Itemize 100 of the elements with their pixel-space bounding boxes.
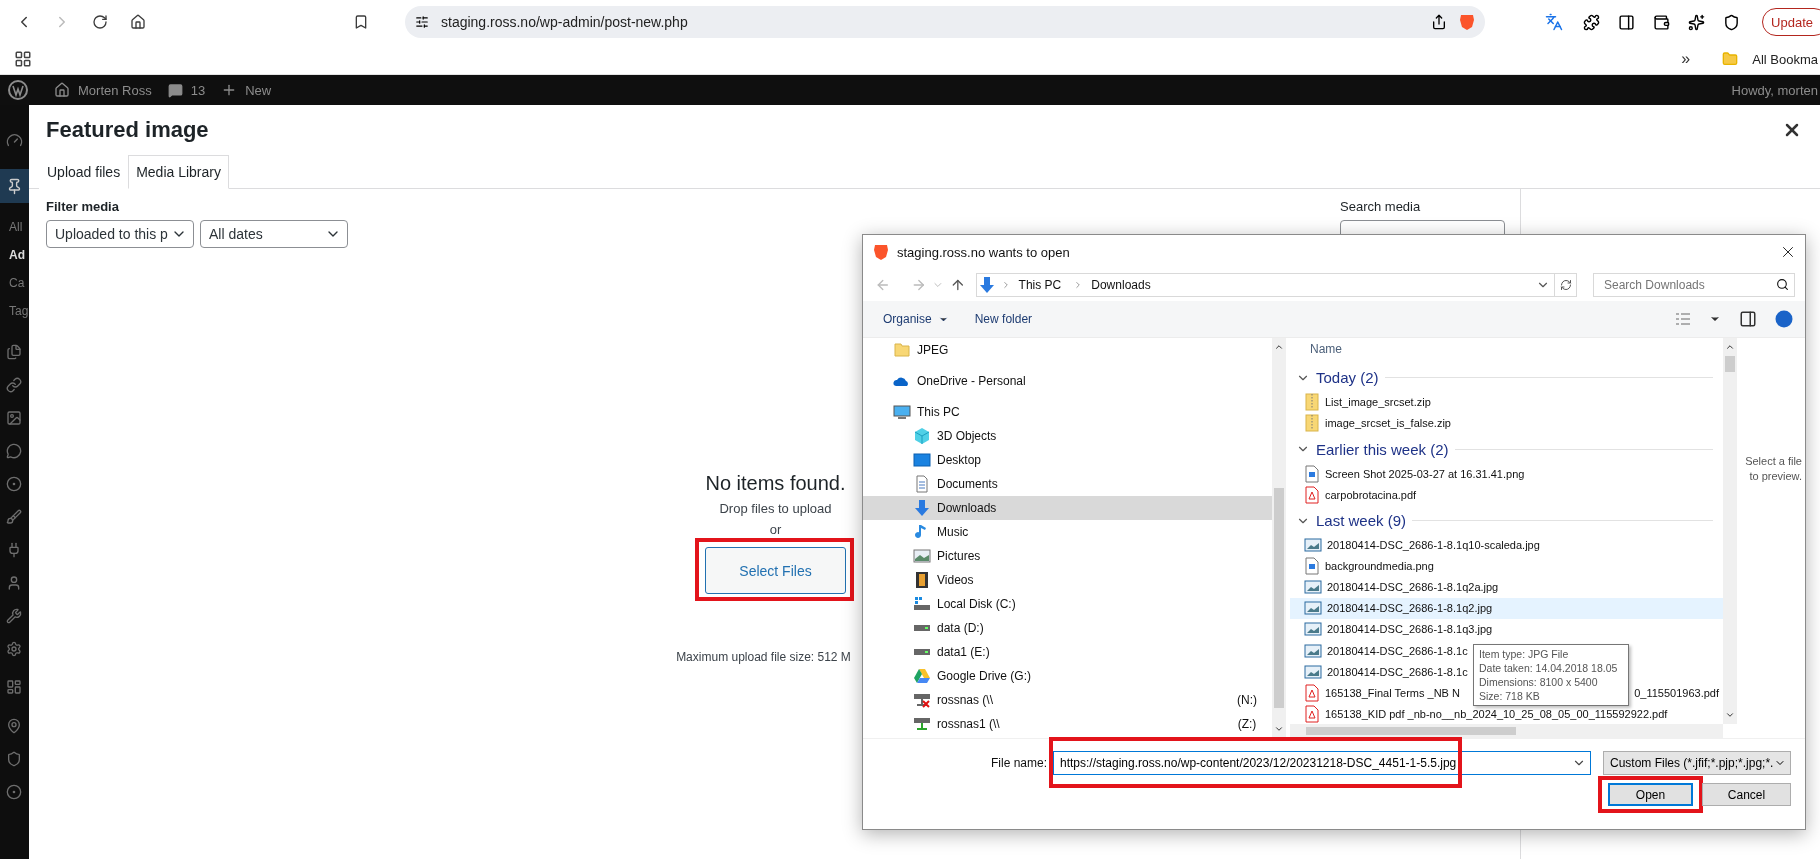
tooltip-line: Item type: JPG File xyxy=(1479,647,1570,661)
scroll-up-icon[interactable] xyxy=(1274,342,1284,352)
file-name[interactable]: image_srcset_is_false.zip xyxy=(1325,417,1451,430)
lion-shield-icon[interactable] xyxy=(1459,13,1475,31)
file-name[interactable]: carpobrotacina.pdf xyxy=(1325,488,1417,501)
comment-count[interactable]: 13 xyxy=(190,82,206,98)
nav-item[interactable]: Pictures xyxy=(863,544,1272,568)
path-bar[interactable]: This PC Downloads xyxy=(975,273,1577,297)
date-filter-select[interactable]: All dates xyxy=(200,220,348,248)
nav-item[interactable]: rossnas1 (\\ (Z:) xyxy=(863,712,1272,736)
nav-item[interactable]: This PC xyxy=(863,400,1272,424)
scroll-down-icon[interactable] xyxy=(1725,710,1735,720)
wordpress-logo-icon[interactable] xyxy=(8,80,28,100)
translate-icon[interactable] xyxy=(1545,13,1564,31)
dashboard-icon[interactable] xyxy=(6,131,23,149)
nav-item[interactable]: Music xyxy=(863,520,1272,544)
comment-icon[interactable] xyxy=(167,82,183,98)
file-name[interactable]: backgroundmedia.png xyxy=(1325,560,1434,573)
nav-item[interactable]: Google Drive (G:) xyxy=(863,664,1272,688)
group-header[interactable]: Today (2) xyxy=(1290,364,1723,392)
greeting[interactable]: Howdy, morten xyxy=(1731,82,1818,98)
scrollbar-thumb[interactable] xyxy=(1725,356,1735,372)
nav-label: data (D:) xyxy=(937,621,984,635)
file-name[interactable]: 20180414-DSC_2686-1-8.1c xyxy=(1327,644,1468,657)
menu-icon[interactable] xyxy=(6,343,22,360)
nav-item[interactable]: Local Disk (C:) xyxy=(863,592,1272,616)
home-icon[interactable] xyxy=(54,82,70,98)
menu-icon[interactable] xyxy=(6,640,22,657)
file-name[interactable]: 20180414-DSC_2686-1-8.1q2a.jpg xyxy=(1327,581,1499,594)
file-name[interactable]: 165138_Final Terms _NB N xyxy=(1325,686,1460,699)
nav-item[interactable]: Documents xyxy=(863,472,1272,496)
menu-icon[interactable] xyxy=(6,409,22,426)
menu-icon[interactable] xyxy=(6,679,22,695)
nav-item[interactable]: data (D:) xyxy=(863,616,1272,640)
bookmarks-overflow[interactable]: » xyxy=(1681,50,1691,68)
sparkles-icon[interactable] xyxy=(1688,13,1706,31)
share-icon[interactable] xyxy=(1431,14,1447,30)
file-name[interactable]: 20180414-DSC_2686-1-8.1q10-scaleda.jpg xyxy=(1327,539,1540,552)
apps-icon[interactable] xyxy=(14,50,32,68)
address-bar[interactable]: staging.ross.no/wp-admin/post-new.php xyxy=(405,6,1485,38)
menu-icon[interactable] xyxy=(6,783,22,800)
tooltip-line: Dimensions: 8100 x 5400 xyxy=(1479,675,1599,689)
file-name[interactable]: Screen Shot 2025-03-27 at 16.31.41.png xyxy=(1325,467,1525,480)
type-filter-select[interactable]: Uploaded to this p xyxy=(46,220,194,248)
sidebar-item[interactable]: Tag xyxy=(0,297,29,325)
sidebar-item[interactable]: Ca xyxy=(0,269,25,297)
menu-icon[interactable] xyxy=(6,442,22,459)
pin-icon[interactable] xyxy=(6,177,23,195)
path-segment[interactable]: This PC xyxy=(1014,278,1070,292)
menu-icon[interactable] xyxy=(6,475,22,492)
menu-icon[interactable] xyxy=(6,508,22,525)
extensions-icon[interactable] xyxy=(1583,13,1601,31)
organise-menu[interactable]: Organise xyxy=(883,312,949,326)
nav-item[interactable]: JPEG xyxy=(863,338,1272,362)
file-type-select[interactable]: Custom Files (*.jfif;*.pjp;*.jpg;*. xyxy=(1603,751,1791,775)
sidebar-item[interactable]: All xyxy=(0,213,23,241)
tab[interactable]: Media Library xyxy=(128,155,229,189)
menu-icon[interactable] xyxy=(6,750,22,767)
scrollbar-thumb[interactable] xyxy=(1274,488,1284,708)
nav-label: JPEG xyxy=(917,343,949,357)
menu-icon[interactable] xyxy=(6,541,22,558)
site-settings-icon[interactable] xyxy=(415,15,429,29)
select-files-button[interactable]: Select Files xyxy=(705,547,846,594)
nav-item[interactable]: OneDrive - Personal xyxy=(863,369,1272,393)
menu-icon[interactable] xyxy=(6,607,22,624)
file-name[interactable]: 165138_KID pdf _nb-no__nb_2024_10_25_08_05_00_115592922.pdf xyxy=(1325,707,1668,720)
update-button[interactable]: Update xyxy=(1762,8,1820,36)
preview-pane-icon[interactable] xyxy=(1739,310,1757,328)
scroll-down-icon[interactable] xyxy=(1274,724,1284,734)
search-field[interactable]: Search Downloads xyxy=(1593,273,1795,297)
nav-item[interactable]: Desktop xyxy=(863,448,1272,472)
menu-icon[interactable] xyxy=(6,376,22,393)
nav-label: data1 (E:) xyxy=(937,645,990,659)
scrollbar-thumb[interactable] xyxy=(1306,727,1516,736)
nav-item[interactable]: Videos xyxy=(863,568,1272,592)
nav-item[interactable]: rossnas (\\ (N:) xyxy=(863,688,1272,712)
group-header[interactable]: Last week (9) xyxy=(1290,507,1723,535)
wallet-icon[interactable] xyxy=(1653,13,1671,31)
file-name[interactable]: List_image_srcset.zip xyxy=(1325,395,1431,408)
menu-icon[interactable] xyxy=(6,574,22,591)
nav-item[interactable]: 3D Objects xyxy=(863,424,1272,448)
sidebar-icon[interactable] xyxy=(1618,13,1636,31)
new-folder-button[interactable]: New folder xyxy=(974,312,1033,326)
open-button[interactable]: Open xyxy=(1608,783,1693,806)
menu-icon[interactable] xyxy=(6,717,22,734)
file-row[interactable]: 20180414-DSC_2686-1-8.1q2.jpg xyxy=(1290,597,1723,619)
cancel-button[interactable]: Cancel xyxy=(1702,783,1791,806)
scroll-up-icon[interactable] xyxy=(1725,342,1735,352)
sidebar-item[interactable]: Ad xyxy=(0,241,25,269)
group-header[interactable]: Earlier this week (2) xyxy=(1290,435,1723,464)
nav-item[interactable]: data1 (E:) xyxy=(863,640,1272,664)
bookmarks-folder[interactable]: All Bookma xyxy=(1752,51,1818,67)
file-name[interactable]: 20180414-DSC_2686-1-8.1c xyxy=(1327,665,1468,678)
nav-item[interactable]: Downloads xyxy=(863,496,1272,520)
column-header[interactable]: Name xyxy=(1290,338,1723,364)
new-link[interactable]: New xyxy=(245,82,272,98)
path-segment[interactable]: Downloads xyxy=(1087,278,1159,292)
file-name[interactable]: 20180414-DSC_2686-1-8.1q3.jpg xyxy=(1327,623,1493,636)
shield-icon[interactable] xyxy=(1723,13,1741,31)
site-name[interactable]: Morten Ross xyxy=(78,82,152,98)
